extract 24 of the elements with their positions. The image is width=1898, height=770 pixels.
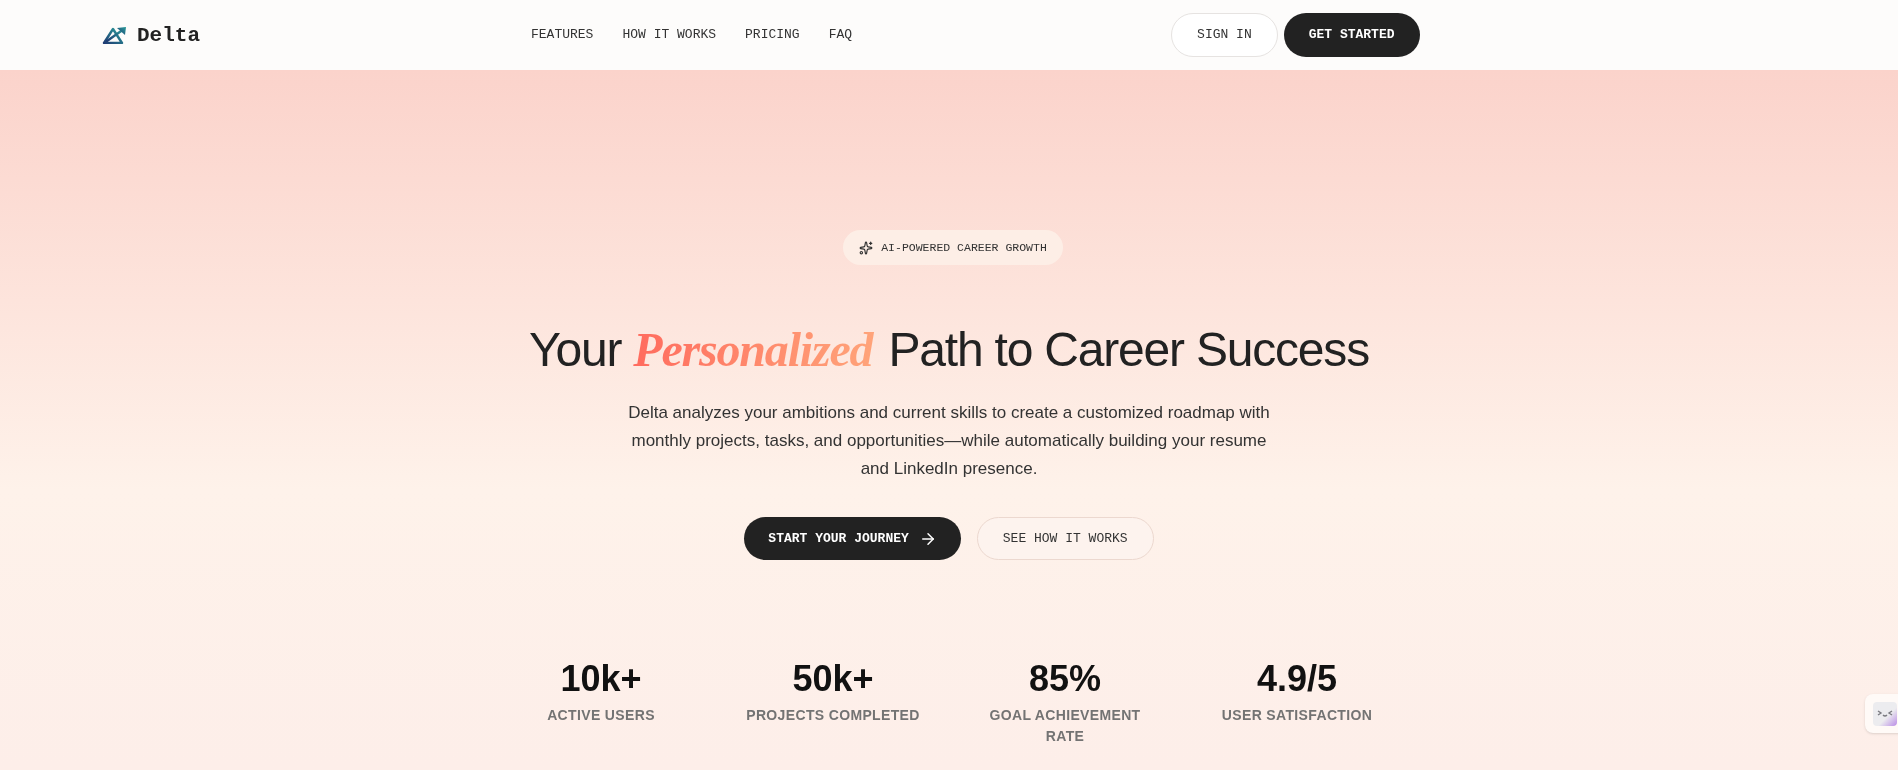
stat-label: PROJECTS COMPLETED [746, 706, 920, 725]
badge-text: AI-POWERED CAREER GROWTH [881, 239, 1047, 256]
logo-text[interactable]: Delta [137, 24, 200, 46]
stat-value: 4.9/5 [1256, 657, 1338, 700]
nav-link[interactable]: PRICING [745, 25, 800, 45]
stat-label: USER SATISFACTION [1221, 706, 1373, 725]
nav-link[interactable]: FEATURES [531, 25, 594, 45]
stat-label: ACTIVE USERS [547, 706, 655, 725]
face-icon [1873, 702, 1897, 726]
floating-widget[interactable] [1865, 694, 1898, 733]
logo-icon [102, 26, 128, 44]
sign-in-button[interactable]: SIGN IN [1171, 13, 1278, 57]
stat-value: 85% [1028, 657, 1102, 700]
see-how-it-works-button[interactable]: SEE HOW IT WORKS [976, 517, 1154, 560]
stat-label: GOAL ACHIEVEMENT RATE [988, 706, 1142, 746]
hero-description: Delta analyzes your ambitions and current skills to create a customized roadmap with monthly projects, tasks, and opportunities—while automatically building your resume and LinkedIn presence. [627, 402, 1271, 480]
hero-heading: Your Personalized Path to Career Success [529, 322, 1369, 377]
stat-value: 50k+ [792, 657, 874, 700]
nav-link[interactable]: HOW IT WORKS [622, 25, 717, 45]
nav-link[interactable]: FAQ [828, 25, 853, 45]
get-started-button[interactable]: GET STARTED [1283, 13, 1420, 57]
sparkles-icon [859, 240, 874, 255]
stat-value: 10k+ [560, 657, 642, 700]
start-journey-button[interactable]: START YOUR JOURNEY [744, 517, 961, 560]
